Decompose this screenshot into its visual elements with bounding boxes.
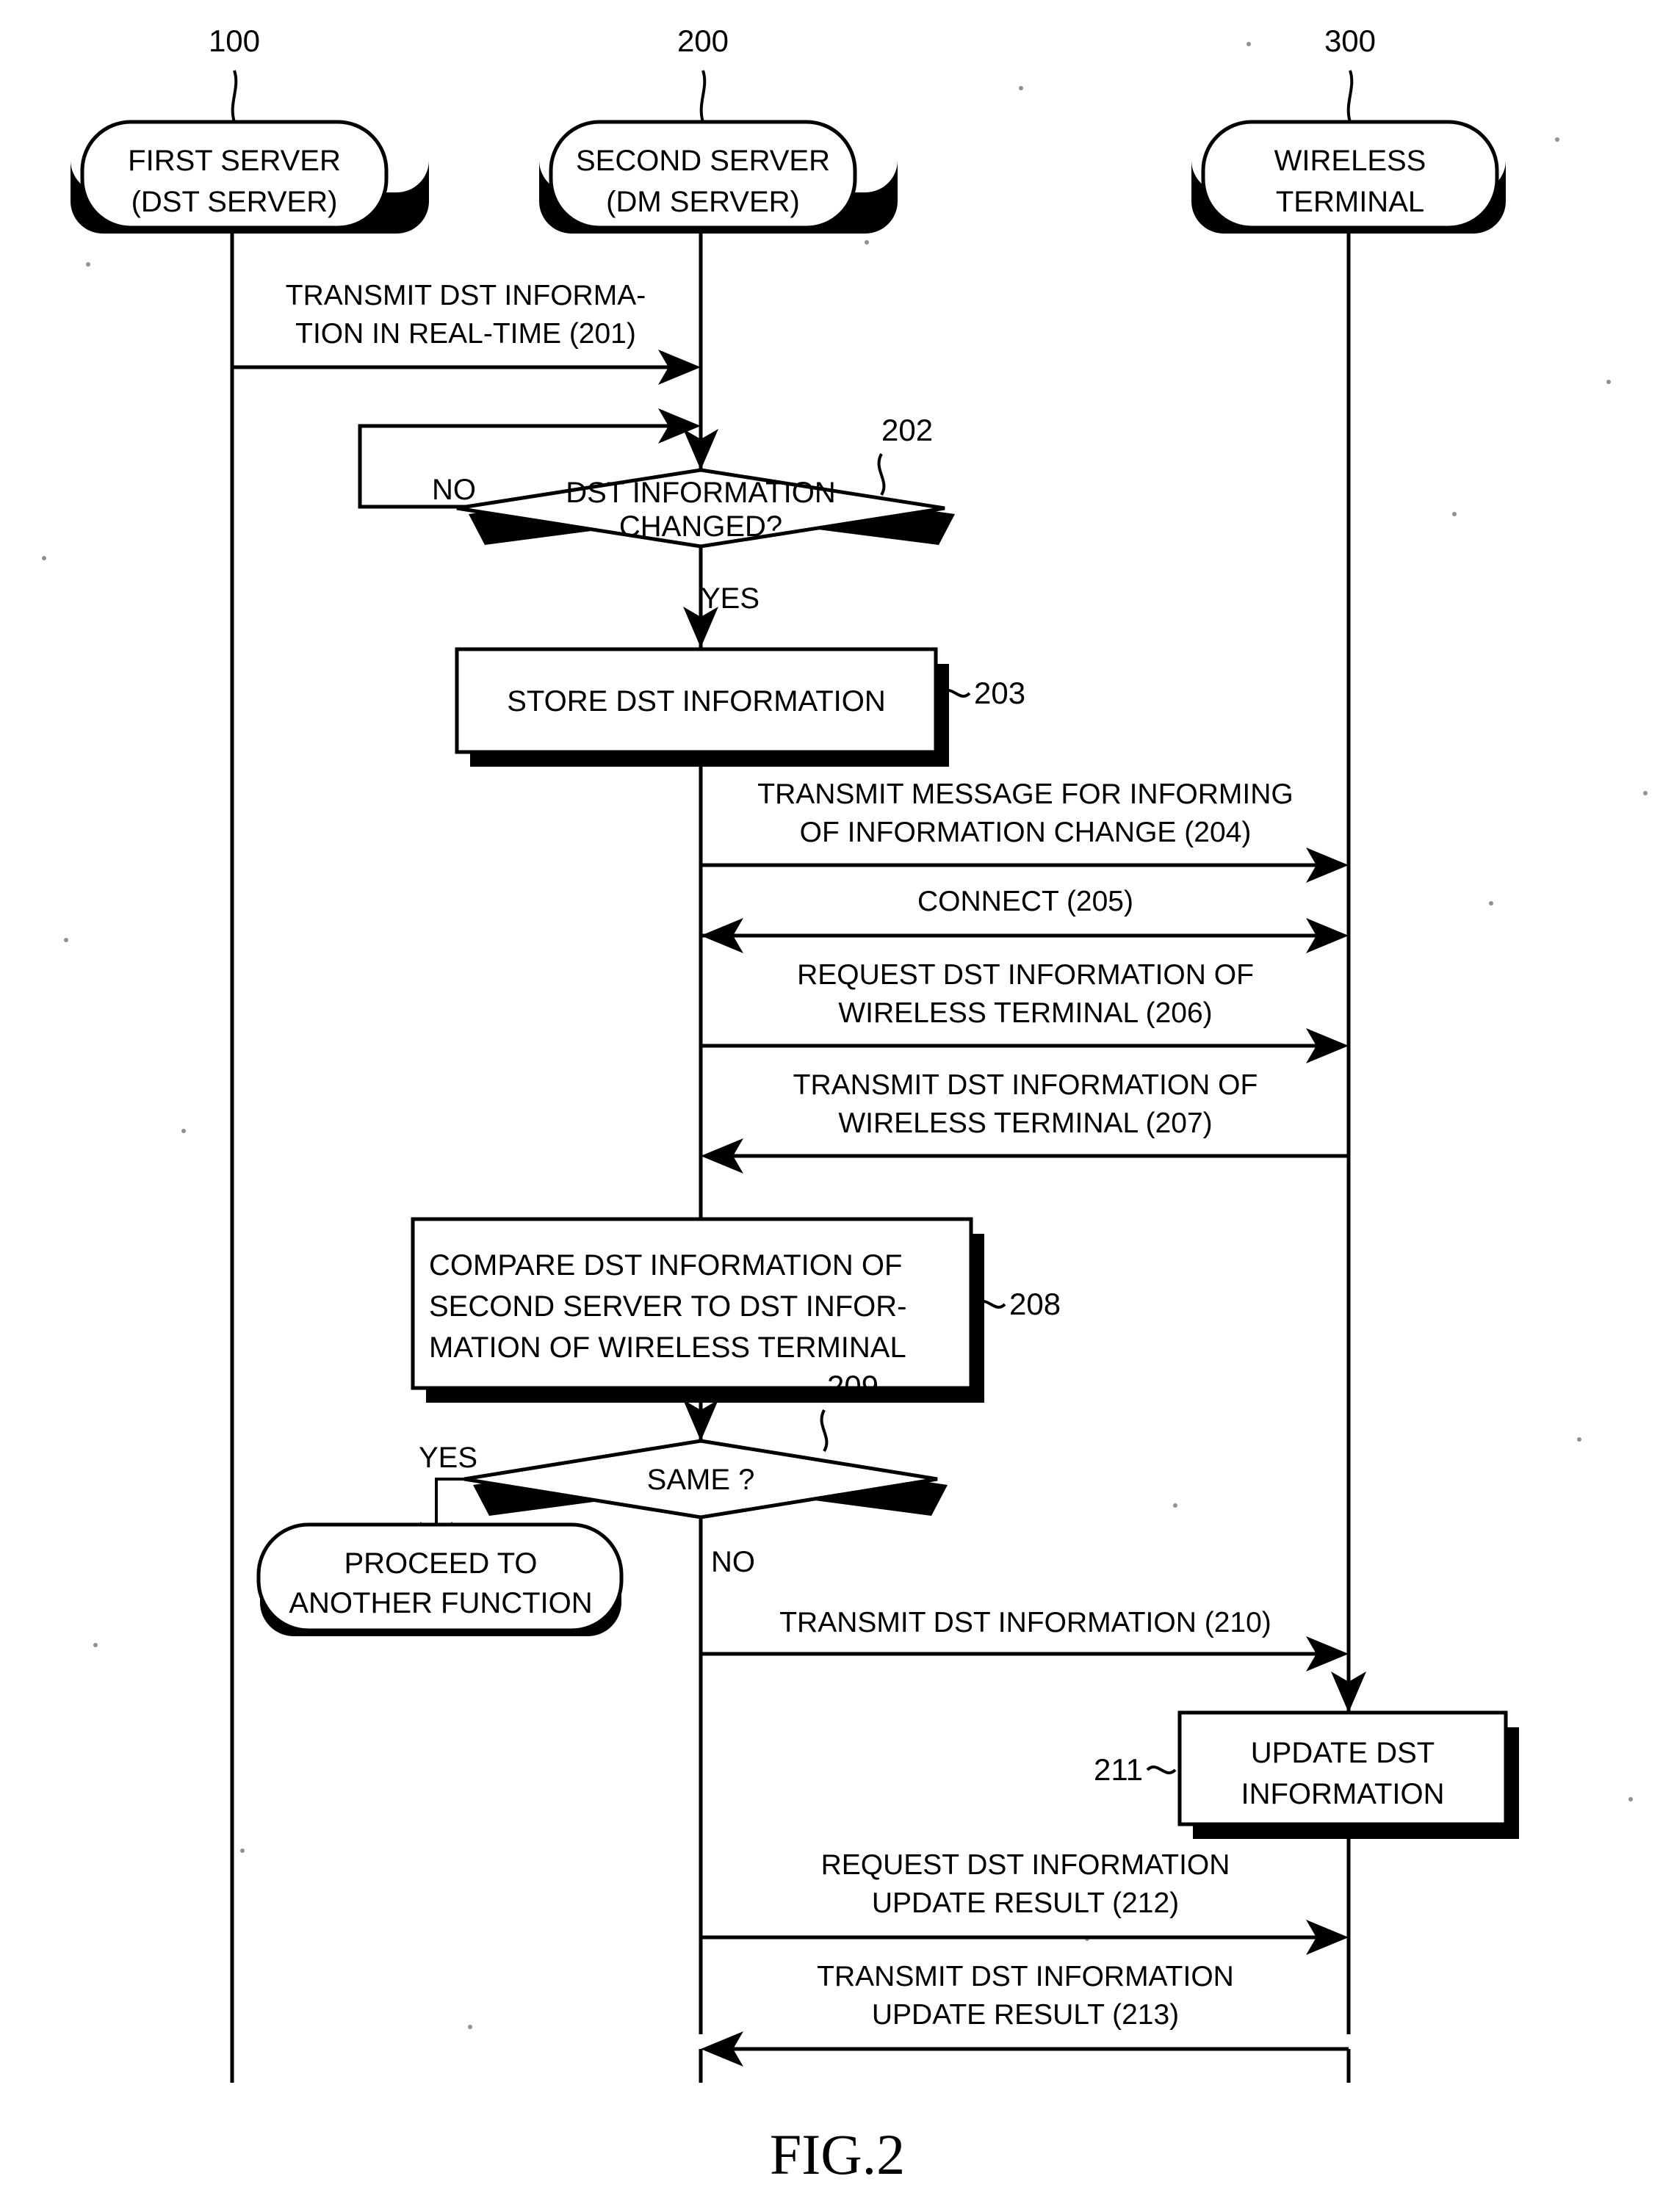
process-203: STORE DST INFORMATION 203 [455,647,1025,767]
process-203-ref: 203 [974,676,1025,710]
second-server-label-line2: (DM SERVER) [606,186,800,218]
message-210-line1: TRANSMIT DST INFORMATION (210) [779,1607,1271,1638]
process-208-label-line2: SECOND SERVER TO DST INFOR- [429,1290,907,1323]
process-208: COMPARE DST INFORMATION OF SECOND SERVER… [411,1217,1061,1403]
process-208-label-line3: MATION OF WIRELESS TERMINAL [429,1331,906,1364]
message-213-line2: UPDATE RESULT (213) [872,1999,1179,2031]
message-201-line2: TION IN REAL-TIME (201) [295,318,636,350]
terminator-proceed-line2: ANOTHER FUNCTION [289,1587,592,1619]
process-211-label-line2: INFORMATION [1241,1778,1444,1810]
wireless-terminal-label-line1: WIRELESS [1274,145,1426,177]
decision-209-branch-no: NO [711,1546,755,1578]
decision-209-ref: 209 [827,1369,879,1403]
process-211-ref: 211 [1094,1752,1143,1787]
wireless-terminal-label-line2: TERMINAL [1276,186,1424,218]
message-213-line1: TRANSMIT DST INFORMATION [817,1961,1234,1992]
decision-202-label-line2: CHANGED? [619,510,782,543]
terminator-proceed: PROCEED TO ANOTHER FUNCTION [256,1522,624,1636]
decision-202-label-line1: DST INFORMATION [566,477,835,509]
decision-202-ref: 202 [881,413,933,447]
process-203-label-line1: STORE DST INFORMATION [507,685,886,718]
wireless-terminal-ref: 300 [1324,24,1376,58]
decision-209-branch-yes: YES [419,1442,477,1474]
process-208-label-line1: COMPARE DST INFORMATION OF [429,1249,902,1282]
message-206-line1: REQUEST DST INFORMATION OF [797,959,1254,991]
sequence-diagram: FIRST SERVER (DST SERVER) 100 SECOND SER… [0,0,1674,2212]
first-server-ref: 100 [209,24,260,58]
decision-202-branch-no: NO [432,474,476,506]
message-201-line1: TRANSMIT DST INFORMA- [286,280,646,311]
terminator-proceed-line1: PROCEED TO [344,1547,537,1580]
second-server-ref: 200 [677,24,729,58]
process-211-label-line1: UPDATE DST [1251,1737,1435,1769]
decision-202-branch-yes: YES [701,582,760,615]
figure-caption: FIG.2 [770,2122,905,2186]
message-204-line1: TRANSMIT MESSAGE FOR INFORMING [757,778,1293,810]
message-206-line2: WIRELESS TERMINAL (206) [838,997,1212,1029]
process-208-ref: 208 [1009,1287,1061,1321]
message-205-line1: CONNECT (205) [917,886,1133,917]
message-207-line2: WIRELESS TERMINAL (207) [838,1107,1212,1139]
patent-figure: FIRST SERVER (DST SERVER) 100 SECOND SER… [0,0,1674,2212]
message-207-line1: TRANSMIT DST INFORMATION OF [793,1069,1258,1101]
second-server-label-line1: SECOND SERVER [576,145,830,177]
message-212-line1: REQUEST DST INFORMATION [821,1849,1230,1881]
first-server-label-line2: (DST SERVER) [131,186,338,218]
decision-209-label-line1: SAME ? [647,1464,755,1496]
first-server-label-line1: FIRST SERVER [128,145,341,177]
message-212-line2: UPDATE RESULT (212) [872,1887,1179,1919]
message-204-line2: OF INFORMATION CHANGE (204) [800,817,1252,848]
